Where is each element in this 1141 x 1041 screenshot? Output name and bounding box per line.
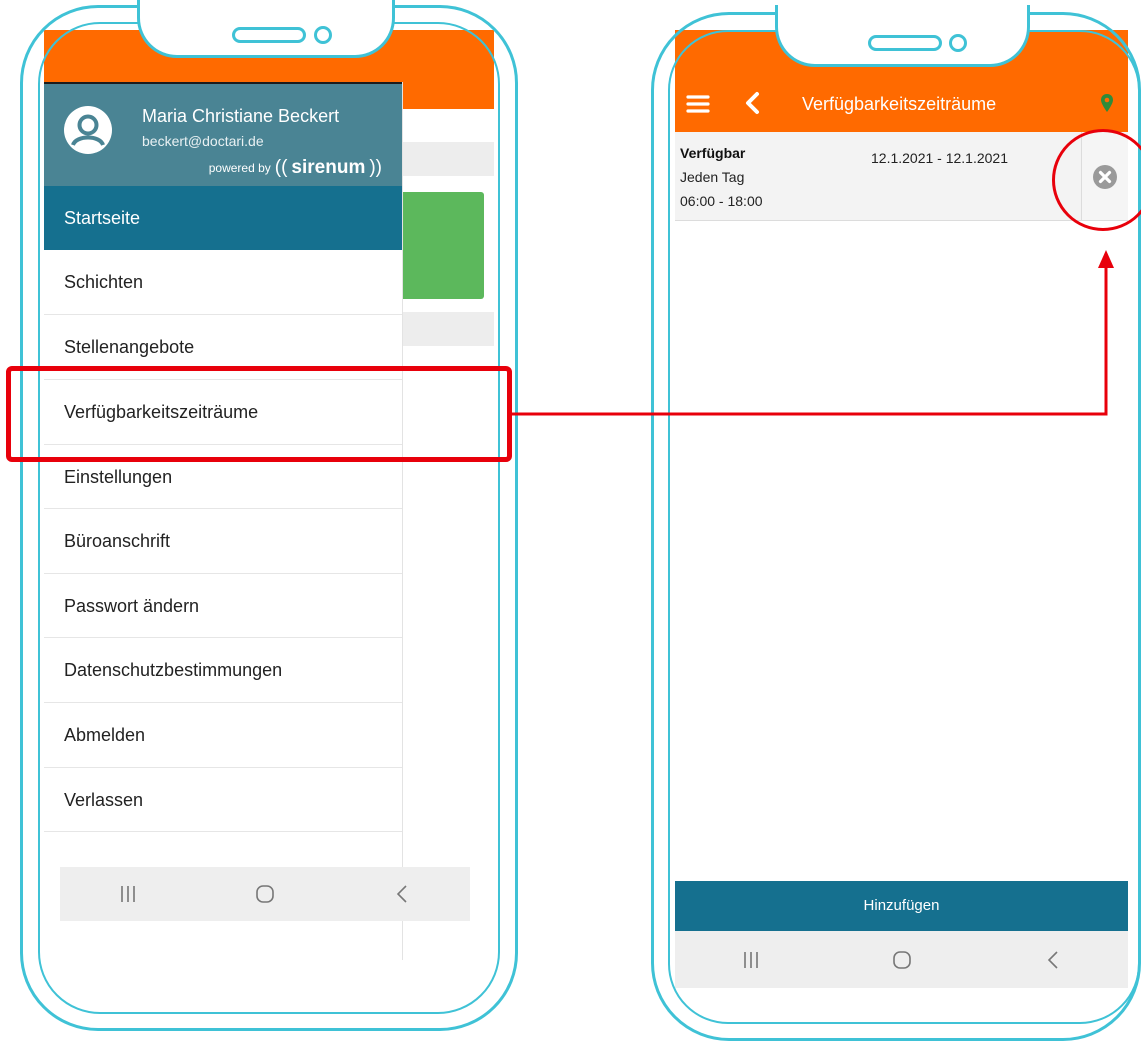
connector-arrow [512, 250, 1114, 416]
